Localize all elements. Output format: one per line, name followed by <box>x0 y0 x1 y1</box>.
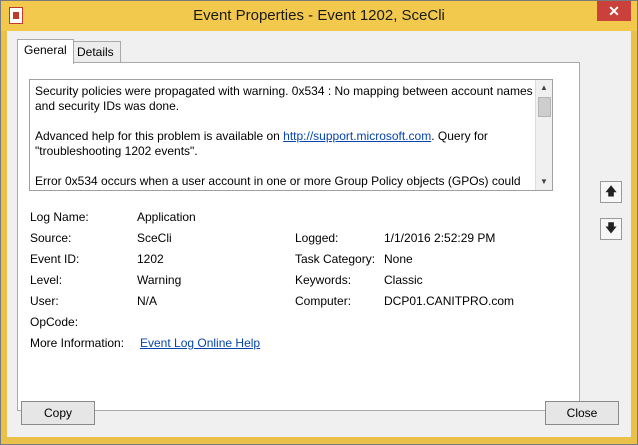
arrow-up-icon: 🡅 <box>604 184 618 198</box>
scroll-thumb[interactable] <box>538 97 551 117</box>
support-link[interactable]: http://support.microsoft.com <box>283 129 431 143</box>
event-properties-window: Event Properties - Event 1202, SceCli ✕ … <box>0 0 638 445</box>
event-id-value: 1202 <box>137 252 164 266</box>
keywords-value: Classic <box>384 273 423 287</box>
event-description-box[interactable]: Security policies were propagated with w… <box>29 79 553 191</box>
logged-label: Logged: <box>295 231 339 245</box>
user-value: N/A <box>137 294 158 308</box>
description-paragraph: Error 0x534 occurs when a user account i… <box>35 174 521 190</box>
logged-value: 1/1/2016 2:52:29 PM <box>384 231 496 245</box>
general-tab-panel: Security policies were propagated with w… <box>17 62 580 411</box>
description-text: Advanced help for this problem is availa… <box>35 129 284 143</box>
copy-button[interactable]: Copy <box>21 401 95 425</box>
next-event-button[interactable]: 🡇 <box>600 218 622 240</box>
computer-value: DCP01.CANITPRO.com <box>384 294 515 308</box>
dialog-client-area: General Details Security policies were p… <box>7 31 631 437</box>
arrow-down-icon: 🡇 <box>604 221 618 235</box>
computer-label: Computer: <box>295 294 352 308</box>
task-category-value: None <box>384 252 413 266</box>
title-bar[interactable]: Event Properties - Event 1202, SceCli ✕ <box>1 1 637 31</box>
log-name-value: Application <box>137 210 196 224</box>
task-category-label: Task Category: <box>295 252 376 266</box>
description-paragraph: Advanced help for this problem is availa… <box>35 129 533 159</box>
description-scrollbar[interactable]: ▲ ▼ <box>535 80 552 190</box>
log-name-label: Log Name: <box>30 210 89 224</box>
close-window-button[interactable]: ✕ <box>597 1 631 21</box>
event-description-text: Security policies were propagated with w… <box>35 84 533 190</box>
tab-details[interactable]: Details <box>70 41 121 63</box>
keywords-label: Keywords: <box>295 273 352 287</box>
user-label: User: <box>30 294 59 308</box>
more-information-label: More Information: <box>30 336 125 350</box>
event-log-online-help-link[interactable]: Event Log Online Help <box>140 336 260 350</box>
window-title: Event Properties - Event 1202, SceCli <box>193 7 445 24</box>
close-button[interactable]: Close <box>545 401 619 425</box>
level-value: Warning <box>137 273 182 287</box>
scroll-up-arrow-icon[interactable]: ▲ <box>536 80 552 96</box>
scroll-down-arrow-icon[interactable]: ▼ <box>536 174 552 190</box>
previous-event-button[interactable]: 🡅 <box>600 181 622 203</box>
level-label: Level: <box>30 273 63 287</box>
source-label: Source: <box>30 231 72 245</box>
description-paragraph: Security policies were propagated with w… <box>35 84 533 113</box>
source-value: SceCli <box>137 231 172 245</box>
event-id-label: Event ID: <box>30 252 80 266</box>
tab-general[interactable]: General <box>17 39 74 64</box>
opcode-label: OpCode: <box>30 315 79 329</box>
